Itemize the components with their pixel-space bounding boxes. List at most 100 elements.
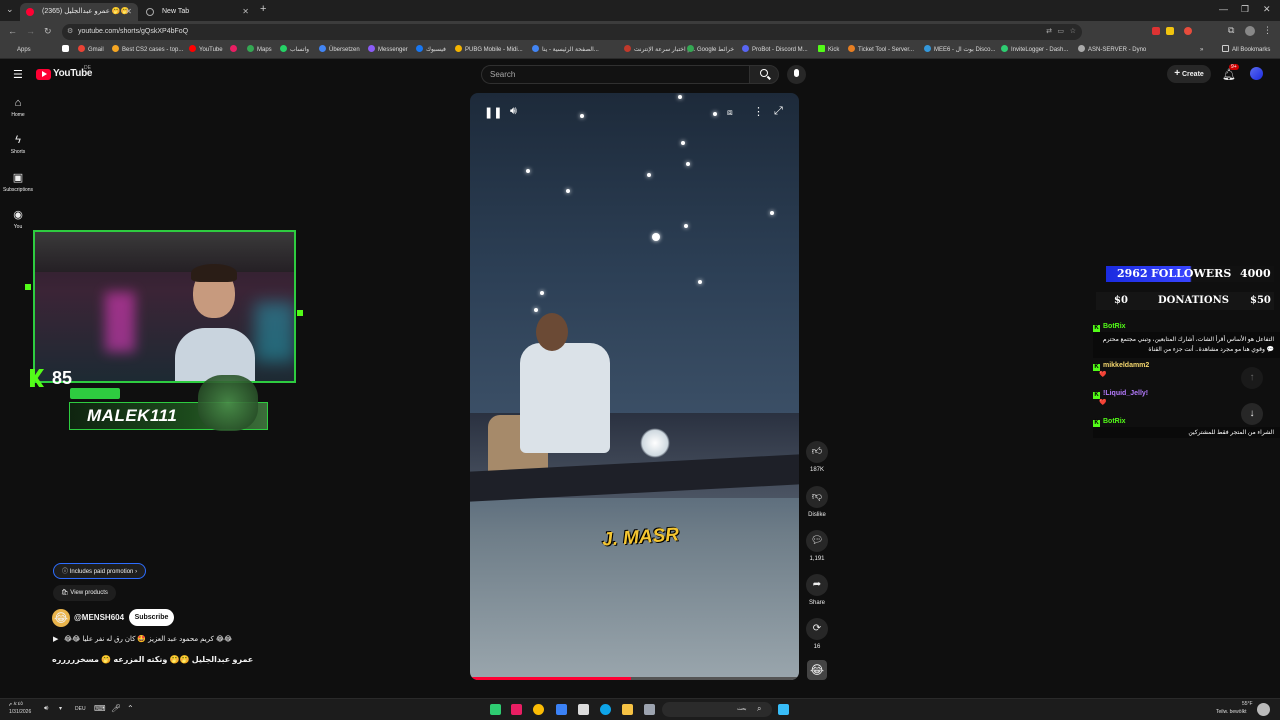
sidebar-item-home[interactable]: ⌂ Home: [0, 97, 36, 118]
sidebar-item-you[interactable]: ◉ You: [0, 208, 36, 230]
microphone-icon[interactable]: 🎤︎: [111, 704, 121, 713]
bookmark-item[interactable]: Best CS2 cases - top...: [112, 45, 183, 55]
bookmark-item[interactable]: Übersetzen: [319, 45, 360, 55]
start-windows-icon[interactable]: [778, 704, 789, 715]
weather-icon[interactable]: [1257, 703, 1270, 716]
translate-icon[interactable]: ⇄: [1046, 24, 1052, 40]
app-icon[interactable]: [490, 704, 501, 715]
bookmark-item[interactable]: ProBot - Discord M...: [742, 45, 808, 55]
bookmark-item[interactable]: الصفحة الرئيسية - ينا...: [532, 45, 599, 55]
bookmark-item[interactable]: واتساب: [280, 45, 309, 55]
menu-icon[interactable]: ⋮: [1263, 25, 1272, 36]
search-input[interactable]: Search: [481, 65, 749, 84]
paid-promotion-badge[interactable]: ⓘ Includes paid promotion ›: [53, 563, 147, 579]
extension-icon[interactable]: [1166, 27, 1174, 35]
back-icon[interactable]: ←: [8, 26, 17, 36]
followers-current: 2962: [1117, 267, 1148, 280]
bookmark-item[interactable]: فيسبوك: [416, 45, 446, 55]
keyboard-language[interactable]: DEU: [75, 706, 86, 712]
sidebar-item-shorts[interactable]: ϟ Shorts: [0, 134, 36, 155]
captions-icon[interactable]: ⧈: [727, 107, 733, 118]
chat-text: الشراء من المتجر فقط للمشتركين: [1093, 427, 1280, 438]
sound-thumbnail[interactable]: 😂: [807, 660, 827, 680]
forward-icon[interactable]: →: [26, 26, 35, 36]
pause-icon[interactable]: ❚❚: [484, 106, 502, 119]
volume-icon[interactable]: 🔊︎: [510, 105, 517, 118]
tab-new-tab[interactable]: New Tab ✕: [140, 3, 255, 21]
subscribe-button[interactable]: Subscribe: [129, 609, 174, 626]
close-tab-icon[interactable]: ✕: [125, 3, 132, 21]
bookmark-item[interactable]: Apps: [7, 45, 31, 55]
play-icon[interactable]: ▶: [53, 635, 58, 643]
more-bookmarks-icon[interactable]: »: [1200, 45, 1203, 55]
channel-avatar[interactable]: 😂: [52, 609, 70, 627]
chevron-up-icon[interactable]: ⌃: [127, 704, 134, 713]
bookmark-item[interactable]: MEE6 - بوت ال Disco...: [924, 45, 995, 55]
bookmark-item[interactable]: Maps: [247, 45, 272, 55]
fullscreen-icon[interactable]: ⤢: [774, 105, 783, 118]
progress-bar[interactable]: [470, 677, 799, 680]
extension-icon[interactable]: [1152, 27, 1160, 35]
search-button[interactable]: [749, 65, 779, 84]
store-icon[interactable]: [578, 704, 589, 715]
site-info-icon[interactable]: ⚙: [67, 24, 73, 40]
profile-avatar[interactable]: [1245, 26, 1255, 36]
hamburger-menu-icon[interactable]: ☰: [13, 68, 23, 81]
new-tab-button[interactable]: +: [260, 3, 266, 15]
clock-date: 1/31/2026: [9, 709, 32, 715]
app-icon[interactable]: [511, 704, 522, 715]
extensions-puzzle-icon[interactable]: ⧉: [1228, 25, 1234, 36]
bookmark-item[interactable]: Google خرائط: [687, 45, 734, 55]
tab-active[interactable]: عمرو عبدالجليل (2365) 🤭🤭 ✕: [20, 3, 138, 21]
comments-button[interactable]: 💬︎ 1,191: [806, 530, 828, 562]
file-explorer-icon[interactable]: [622, 704, 633, 715]
like-button[interactable]: 👍︎ 187K: [806, 441, 828, 473]
bookmark-item[interactable]: Gmail: [78, 45, 104, 55]
account-avatar[interactable]: [1250, 67, 1263, 80]
reload-icon[interactable]: ↻: [44, 26, 52, 37]
bookmark-item[interactable]: اختبار سرعة الإنترنت | ...: [624, 45, 696, 55]
create-button[interactable]: + Create: [1167, 65, 1211, 83]
address-bar[interactable]: ⚙ youtube.com/shorts/gQskXP4bFoQ ⇄ ▭ ☆: [62, 24, 1082, 40]
channel-name[interactable]: @MENSH604: [74, 613, 124, 622]
edge-icon[interactable]: [600, 704, 611, 715]
speaker-icon[interactable]: 🔊︎: [44, 705, 48, 713]
bookmark-star-icon[interactable]: ☆: [1070, 24, 1076, 40]
bookmark-item[interactable]: Messenger: [368, 45, 408, 55]
bookmark-item[interactable]: InviteLogger - Dash...: [1001, 45, 1068, 55]
bookmark-item[interactable]: ASN-SERVER - Dyno: [1078, 45, 1146, 55]
next-short-button[interactable]: ↓: [1241, 403, 1263, 425]
sidebar-item-subscriptions[interactable]: ▣ Subscriptions: [0, 171, 36, 193]
chevron-right-icon: ›: [135, 569, 138, 575]
bookmark-item[interactable]: Ticket Tool - Server...: [848, 45, 914, 55]
chevron-down-icon[interactable]: ▾: [59, 705, 62, 712]
chrome-icon[interactable]: [533, 704, 544, 715]
extension-icon[interactable]: [1184, 27, 1192, 35]
bookmark-item[interactable]: PUBG Mobile - Midi...: [455, 45, 523, 55]
keyboard-icon[interactable]: ⌨: [94, 704, 106, 713]
bookmark-item[interactable]: [230, 45, 240, 55]
remix-button[interactable]: ⟳ 16: [806, 618, 828, 650]
previous-short-button[interactable]: ↑: [1241, 367, 1263, 389]
dislike-button[interactable]: 👎︎ Dislike: [806, 486, 828, 518]
shorts-video-player[interactable]: ❚❚ 🔊︎ ⧈ ⋮ ⤢ J. MASR: [470, 93, 799, 680]
close-window-icon[interactable]: ✕: [1263, 4, 1271, 15]
restore-icon[interactable]: ❐: [1241, 4, 1249, 15]
view-products-button[interactable]: 🛍︎ View products: [53, 585, 116, 601]
bookmark-item[interactable]: [62, 45, 72, 55]
share-button[interactable]: ➦ Share: [806, 574, 828, 606]
all-bookmarks-button[interactable]: All Bookmarks: [1222, 45, 1270, 55]
bookmark-item[interactable]: YouTube: [189, 45, 223, 55]
voice-search-button[interactable]: [787, 65, 806, 84]
close-tab-icon[interactable]: ✕: [242, 3, 249, 21]
app-icon[interactable]: [556, 704, 567, 715]
bookmark-item[interactable]: Kick: [818, 45, 839, 55]
tab-search-icon[interactable]: ⌄: [6, 4, 14, 15]
task-view-icon[interactable]: [644, 704, 655, 715]
chat-username: !Liquid_Jelly!: [1103, 390, 1149, 397]
cast-icon[interactable]: ▭: [1057, 24, 1064, 40]
more-options-icon[interactable]: ⋮: [753, 105, 764, 118]
taskbar-search[interactable]: بحث ⌕: [662, 702, 772, 717]
minimize-icon[interactable]: —: [1219, 4, 1228, 14]
video-description: 😂😂 كريم محمود عبد العزيز 🤩 كان رق له نفر…: [64, 636, 233, 643]
